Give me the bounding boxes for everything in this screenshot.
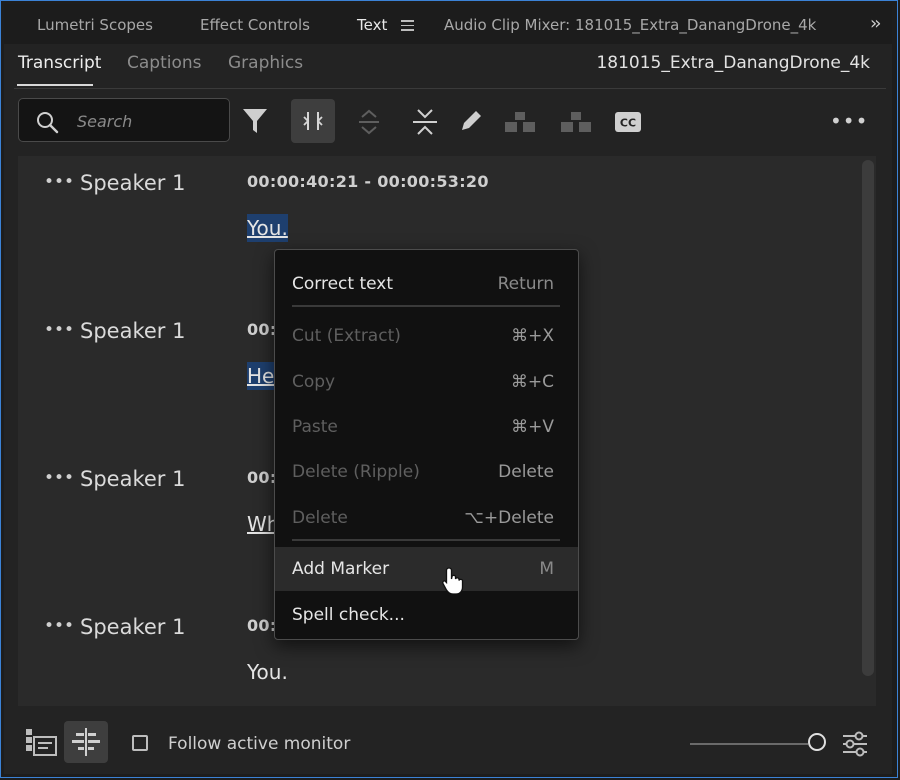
segment-timecode: 00: [247,468,277,487]
menu-item-paste[interactable]: Paste ⌘+V [275,405,578,449]
divider [14,88,886,89]
segment-timecode: 00: [247,320,277,339]
search-icon [37,112,59,134]
menu-item-delete[interactable]: Delete ⌥+Delete [275,496,578,540]
segment-menu-icon[interactable]: ••• [44,172,74,192]
zoom-slider-handle[interactable] [808,733,826,751]
search-box[interactable] [18,98,230,142]
settings-icon[interactable] [840,729,870,759]
collapse-icon[interactable] [411,107,439,137]
scrollbar[interactable] [862,160,874,676]
transcript-word[interactable]: You. [247,660,288,684]
segment-timecode: 00: [247,616,277,635]
transcript-word[interactable]: You. [247,214,288,242]
transcript-word[interactable]: He [247,362,275,390]
speaker-label[interactable]: Speaker 1 [80,171,185,195]
speaker-label[interactable]: Speaker 1 [80,467,185,491]
panel-tab-bar: Lumetri Scopes Effect Controls Text Audi… [4,4,892,44]
create-sequence-icon[interactable] [24,726,58,758]
align-button[interactable] [64,721,108,763]
search-input[interactable] [75,108,227,134]
active-tab-indicator [17,84,93,86]
filter-icon[interactable] [242,107,268,135]
follow-monitor-label: Follow active monitor [168,734,351,754]
overflow-tabs-icon[interactable]: ›› [870,13,882,34]
segment-menu-icon[interactable]: ••• [44,320,74,340]
context-menu: Correct text Return Cut (Extract) ⌘+X Co… [274,249,579,640]
menu-item-delete-ripple[interactable]: Delete (Ripple) Delete [275,450,578,494]
speaker-label[interactable]: Speaker 1 [80,615,185,639]
tab-effect-controls[interactable]: Effect Controls [200,16,310,34]
menu-divider [292,539,560,541]
tab-audio-clip-mixer[interactable]: Audio Clip Mixer: 181015_Extra_DanangDro… [444,16,816,34]
speaker-label[interactable]: Speaker 1 [80,319,185,343]
merge-icon[interactable] [503,110,537,134]
clip-name: 181015_Extra_DanangDrone_4k [596,53,870,73]
menu-divider [292,305,560,307]
svg-text:CC: CC [620,117,636,130]
cc-icon[interactable]: CC [614,111,642,133]
menu-item-copy[interactable]: Copy ⌘+C [275,360,578,404]
speakers-icon[interactable] [559,110,593,134]
segment-timecode: 00:00:40:21 - 00:00:53:20 [247,172,489,191]
tab-captions[interactable]: Captions [127,53,202,73]
split-segment-button[interactable] [291,99,335,143]
menu-item-correct-text[interactable]: Correct text Return [275,262,578,306]
menu-item-add-marker[interactable]: Add Marker M [275,547,578,591]
follow-monitor-checkbox[interactable] [132,735,148,751]
pencil-icon[interactable] [458,108,484,134]
menu-item-spell-check[interactable]: Spell check... [275,593,578,637]
align-icon [72,728,100,756]
text-panel: Lumetri Scopes Effect Controls Text Audi… [4,4,892,774]
expand-icon[interactable] [356,108,382,136]
tab-transcript[interactable]: Transcript [18,53,101,73]
zoom-slider-track[interactable] [690,743,808,745]
segment-menu-icon[interactable]: ••• [44,616,74,636]
panel-menu-icon[interactable] [401,20,414,34]
menu-item-cut[interactable]: Cut (Extract) ⌘+X [275,314,578,358]
tab-text[interactable]: Text [357,16,387,34]
tab-graphics[interactable]: Graphics [228,53,303,73]
tab-lumetri-scopes[interactable]: Lumetri Scopes [37,16,153,34]
hand-cursor-icon [442,567,464,595]
more-icon[interactable]: ••• [830,109,868,133]
split-segment-icon [303,112,323,130]
segment-menu-icon[interactable]: ••• [44,468,74,488]
